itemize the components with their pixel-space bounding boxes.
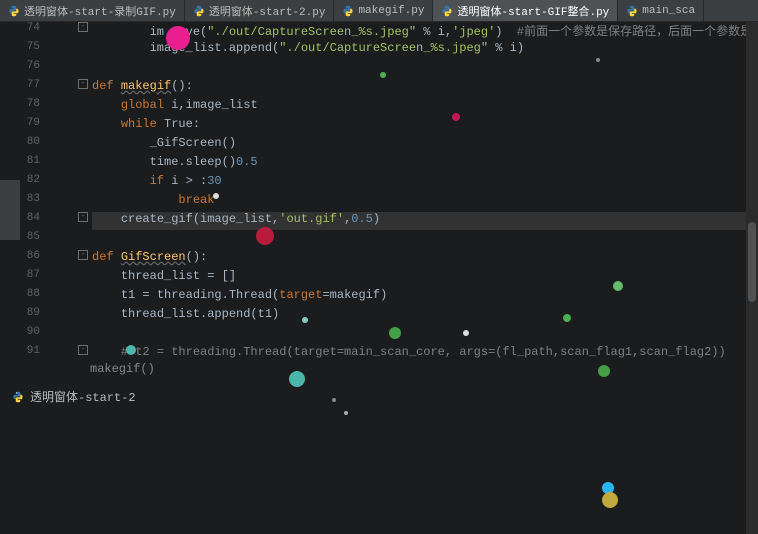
editor-tab-bar: 透明窗体-start-录制GIF.py 透明窗体-start-2.py makegi…: [0, 0, 758, 22]
particle-dot: [302, 317, 308, 323]
line-number: 84: [0, 212, 40, 224]
editor-tab[interactable]: main_sca: [618, 0, 704, 21]
code-line[interactable]: thread_list.append(t1): [92, 307, 279, 321]
line-number: 85: [0, 231, 40, 243]
editor-tab[interactable]: 透明窗体-start-GIF整合.py: [433, 0, 618, 21]
particle-dot: [344, 411, 348, 415]
code-line[interactable]: im.save("./out/CaptureScreen_%s.jpeg" % …: [92, 22, 758, 39]
code-line[interactable]: break: [92, 193, 214, 207]
code-line[interactable]: t1 = threading.Thread(target=makegif): [92, 288, 387, 302]
particle-dot: [563, 314, 571, 322]
line-number: 80: [0, 136, 40, 148]
editor-tab[interactable]: 透明窗体-start-录制GIF.py: [0, 0, 185, 21]
vertical-scrollbar[interactable]: [746, 22, 758, 534]
particle-dot: [380, 72, 386, 78]
python-icon: [8, 5, 20, 17]
particle-dot: [596, 58, 600, 62]
line-number: 75: [0, 41, 40, 53]
line-number: 90: [0, 326, 40, 338]
tab-label: 透明窗体-start-录制GIF.py: [24, 3, 176, 19]
line-number: 88: [0, 288, 40, 300]
code-line[interactable]: def makegif():: [92, 79, 193, 93]
line-number: 81: [0, 155, 40, 167]
code-line[interactable]: # t2 = threading.Thread(target=main_scan…: [92, 345, 726, 359]
code-line[interactable]: create_gif(image_list,'out.gif',0.5): [92, 212, 380, 226]
particle-dot: [126, 345, 136, 355]
particle-dot: [389, 327, 401, 339]
code-line[interactable]: image_list.append("./out/CaptureScreen_%…: [92, 41, 524, 55]
particle-dot: [463, 330, 469, 336]
fold-toggle-icon[interactable]: -: [78, 212, 88, 222]
tab-label: 透明窗体-start-2.py: [209, 3, 326, 19]
line-number: 76: [0, 60, 40, 72]
line-number: 91: [0, 345, 40, 357]
line-number: 87: [0, 269, 40, 281]
particle-dot: [256, 227, 274, 245]
code-line[interactable]: time.sleep()0.5: [92, 155, 258, 169]
breadcrumb[interactable]: makegif(): [90, 362, 155, 376]
code-line[interactable]: def GifScreen():: [92, 250, 207, 264]
scrollbar-thumb[interactable]: [748, 222, 756, 302]
code-line[interactable]: while True:: [92, 117, 200, 131]
python-icon: [193, 5, 205, 17]
python-icon: [12, 391, 24, 403]
python-icon: [626, 5, 638, 17]
tab-label: 透明窗体-start-GIF整合.py: [457, 3, 609, 19]
bottom-editor-tab[interactable]: 透明窗体-start-2: [12, 388, 136, 405]
particle-dot: [598, 365, 610, 377]
particle-dot: [452, 113, 460, 121]
line-number: 83: [0, 193, 40, 205]
fold-toggle-icon[interactable]: -: [78, 345, 88, 355]
particle-dot: [332, 398, 336, 402]
particle-dot: [613, 281, 623, 291]
python-icon: [441, 5, 453, 17]
particle-dot: [602, 492, 618, 508]
particle-dot: [166, 26, 190, 50]
editor-tab[interactable]: makegif.py: [334, 0, 433, 21]
line-number: 89: [0, 307, 40, 319]
particle-dot: [213, 193, 219, 199]
code-line[interactable]: thread_list = []: [92, 269, 236, 283]
bottom-tab-label: 透明窗体-start-2: [30, 388, 136, 405]
tab-label: main_sca: [642, 5, 695, 17]
line-number: 82: [0, 174, 40, 186]
code-line[interactable]: _GifScreen(): [92, 136, 236, 150]
code-line[interactable]: if i > :30: [92, 174, 222, 188]
line-number: 86: [0, 250, 40, 262]
line-number: 78: [0, 98, 40, 110]
particle-dot: [289, 371, 305, 387]
line-number: 79: [0, 117, 40, 129]
code-line[interactable]: global i,image_list: [92, 98, 258, 112]
editor-tab[interactable]: 透明窗体-start-2.py: [185, 0, 335, 21]
line-number: 77: [0, 79, 40, 91]
fold-toggle-icon[interactable]: -: [78, 250, 88, 260]
fold-toggle-icon[interactable]: -: [78, 22, 88, 32]
tab-label: makegif.py: [358, 5, 424, 17]
fold-toggle-icon[interactable]: -: [78, 79, 88, 89]
python-icon: [342, 5, 354, 17]
line-number: 74: [0, 22, 40, 34]
